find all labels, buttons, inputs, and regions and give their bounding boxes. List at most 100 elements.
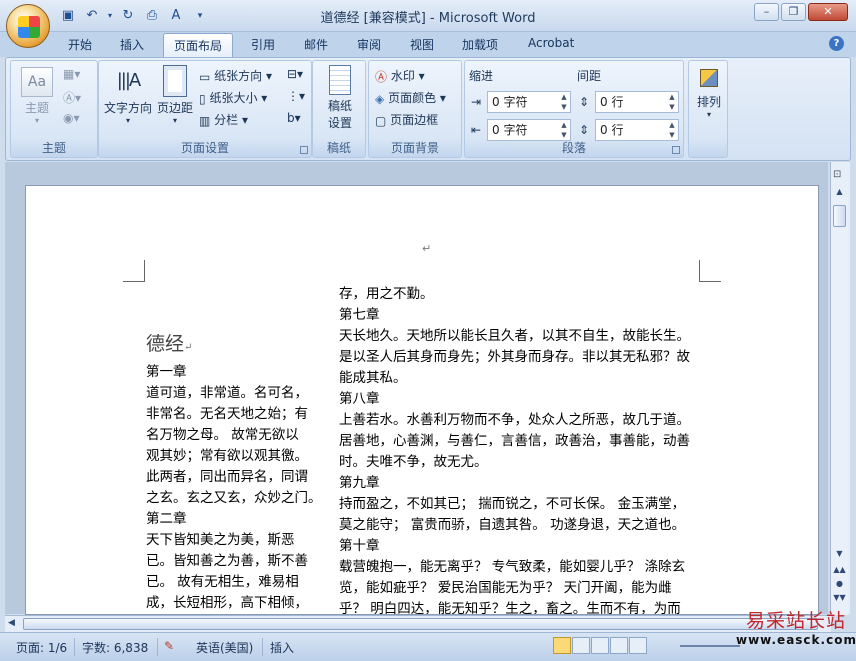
text-line: 能成其私。 <box>339 370 407 386</box>
maximize-button[interactable]: ❐ <box>781 3 806 21</box>
columns-icon: ▥ <box>199 113 211 128</box>
full-screen-view-icon[interactable] <box>572 637 590 654</box>
tab-addins[interactable]: 加载项 <box>462 36 498 53</box>
group-label-page-background: 页面背景 <box>390 141 439 155</box>
text-line: 居善地，心善渊，与善仁，言善信，政善治，事善能，动善 <box>339 433 690 449</box>
group-label-theme: 主题 <box>41 141 66 155</box>
document-page[interactable]: ↵ 德经↵ 第一章 道可道，非常道。名可名， 非常名。无名天地之始；有 名万物之… <box>25 185 819 615</box>
group-manuscript: 稿纸 设置 稿纸 <box>312 60 366 158</box>
text-direction-button[interactable]: |||A 文字方向 ▾ <box>103 65 153 125</box>
browse-object-icon[interactable]: ● <box>832 579 847 593</box>
vertical-scrollbar[interactable]: ▲ ▼ ▲▲ ● ▼▼ <box>831 187 848 615</box>
close-button[interactable]: ✕ <box>808 3 848 21</box>
text-line: 非常名。无名天地之始；有 <box>146 406 308 422</box>
print-layout-view-icon[interactable] <box>553 637 571 654</box>
spacing-label: 间距 <box>577 69 602 83</box>
status-separator <box>157 638 158 656</box>
watermark-button[interactable]: Ⓐ 水印 ▾ <box>375 67 425 85</box>
status-separator <box>262 638 263 656</box>
ruler-toggle-icon[interactable]: ⊡ <box>833 169 841 180</box>
tab-review[interactable]: 审阅 <box>357 36 381 53</box>
group-theme: Aa 主题 ▾ ▦▾ Ⓐ▾ ◉▾ 主题 <box>10 60 98 158</box>
scroll-thumb[interactable] <box>833 205 846 227</box>
zoom-slider[interactable] <box>680 645 740 647</box>
page-color-button[interactable]: ◈ 页面颜色 ▾ <box>375 89 446 106</box>
title-bar: ▣ ↶ ▾ ↻ ⎙ A ▾ 道德经 [兼容模式] - Microsoft Wor… <box>0 0 856 48</box>
breaks-icon[interactable]: ⊟▾ <box>287 67 303 81</box>
indent-right-icon: ⇤ <box>471 123 482 137</box>
spin-arrows-icon[interactable]: ▲ ▼ <box>666 92 678 112</box>
window-controls: – ❐ ✕ <box>754 3 848 21</box>
tab-acrobat[interactable]: Acrobat <box>528 36 574 50</box>
indent-right-input[interactable]: 0 字符 ▲ ▼ <box>487 119 571 141</box>
view-buttons <box>553 637 647 654</box>
theme-fonts-icon[interactable]: Ⓐ▾ <box>63 89 81 106</box>
web-layout-view-icon[interactable] <box>591 637 609 654</box>
group-label-page-setup: 页面设置 <box>180 141 229 155</box>
tab-home[interactable]: 开始 <box>68 36 92 53</box>
text-line: 上善若水。水善利万物而不争，处众人之所恶，故几于道。 <box>339 412 690 428</box>
scroll-left-icon[interactable]: ◀ <box>8 618 15 628</box>
scroll-down-icon[interactable]: ▼ <box>832 549 847 563</box>
spin-arrows-icon[interactable]: ▲ ▼ <box>558 120 570 140</box>
help-icon[interactable]: ? <box>829 36 844 51</box>
page-count[interactable]: 页面: 1/6 <box>16 639 67 656</box>
left-column: 德经↵ 第一章 道可道，非常道。名可名， 非常名。无名天地之始；有 名万物之母。… <box>146 334 322 614</box>
paper-size-icon: ▯ <box>199 91 206 106</box>
outline-view-icon[interactable] <box>610 637 628 654</box>
theme-button[interactable]: Aa 主题 ▾ <box>17 67 57 125</box>
minimize-button[interactable]: – <box>754 3 779 21</box>
orientation-button[interactable]: ▭ 纸张方向 ▾ <box>199 67 272 84</box>
text-line: 乎？ 明白四达，能无知乎？生之，畜之。生而不有，为而 <box>339 601 681 615</box>
line-numbers-icon[interactable]: ⋮▾ <box>287 89 305 103</box>
proofing-icon[interactable]: ✎ <box>164 639 174 653</box>
arrange-icon <box>700 69 718 87</box>
previous-page-icon[interactable]: ▲▲ <box>832 565 847 579</box>
spacing-before-icon: ⇕ <box>579 95 590 109</box>
text-line: 成，长短相形，高下相倾， <box>146 595 308 611</box>
text-line: 道可道，非常道。名可名， <box>146 385 308 401</box>
tab-references[interactable]: 引用 <box>251 36 275 53</box>
paragraph-launcher-icon[interactable] <box>672 146 680 154</box>
manuscript-settings-button[interactable]: 稿纸 设置 <box>317 65 363 131</box>
size-button[interactable]: ▯ 纸张大小 ▾ <box>199 89 267 106</box>
office-logo-icon <box>18 16 40 38</box>
text-line: 存，用之不勤。 <box>339 286 434 302</box>
margins-icon <box>163 65 187 97</box>
group-label-manuscript: 稿纸 <box>326 141 351 155</box>
draft-view-icon[interactable] <box>629 637 647 654</box>
insert-mode[interactable]: 插入 <box>270 639 294 656</box>
status-bar: 页面: 1/6 字数: 6,838 ✎ 英语(美国) 插入 <box>0 632 856 661</box>
hyphenation-icon[interactable]: b▾ <box>287 111 301 125</box>
spin-arrows-icon[interactable]: ▲ ▼ <box>666 120 678 140</box>
theme-effects-icon[interactable]: ◉▾ <box>63 111 80 125</box>
tab-insert[interactable]: 插入 <box>120 36 144 53</box>
spacing-before-input[interactable]: 0 行 ▲ ▼ <box>595 91 679 113</box>
page-setup-launcher-icon[interactable] <box>300 146 308 154</box>
tab-view[interactable]: 视图 <box>410 36 434 53</box>
scroll-up-icon[interactable]: ▲ <box>832 187 847 201</box>
arrange-button[interactable]: 排列 ▾ <box>691 69 727 119</box>
next-page-icon[interactable]: ▼▼ <box>832 593 847 607</box>
text-line: 莫之能守； 富贵而骄，自遗其咎。 功遂身退，天之道也。 <box>339 517 686 533</box>
spacing-after-input[interactable]: 0 行 ▲ ▼ <box>595 119 679 141</box>
tab-page-layout[interactable]: 页面布局 <box>163 33 234 58</box>
crop-mark-top-left <box>123 260 145 282</box>
page-border-button[interactable]: ▢ 页面边框 <box>375 111 438 128</box>
indent-left-input[interactable]: 0 字符 ▲ ▼ <box>487 91 571 113</box>
text-line: 第九章 <box>339 475 380 491</box>
columns-button[interactable]: ▥ 分栏 ▾ <box>199 111 248 128</box>
text-line: 第七章 <box>339 307 380 323</box>
language[interactable]: 英语(美国) <box>196 639 253 656</box>
horizontal-scroll-thumb[interactable] <box>23 618 818 630</box>
spin-arrows-icon[interactable]: ▲ ▼ <box>558 92 570 112</box>
word-count[interactable]: 字数: 6,838 <box>82 639 148 656</box>
right-column: 存，用之不勤。 第七章 天长地久。天地所以能长且久者，以其不自生，故能长生。 是… <box>339 284 690 615</box>
horizontal-scrollbar[interactable]: ◀ <box>5 615 831 632</box>
watermark-icon: Ⓐ <box>375 70 388 84</box>
text-line: 第八章 <box>339 391 380 407</box>
margins-button[interactable]: 页边距 ▾ <box>155 65 195 125</box>
office-button[interactable] <box>6 4 50 48</box>
tab-mailings[interactable]: 邮件 <box>304 36 328 53</box>
theme-colors-icon[interactable]: ▦▾ <box>63 67 80 81</box>
